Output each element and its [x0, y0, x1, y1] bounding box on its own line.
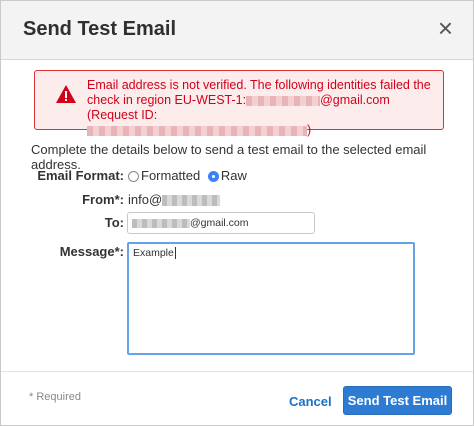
redacted-from-domain	[162, 195, 221, 207]
error-line-3: )	[87, 123, 437, 138]
message-value: Example	[133, 247, 174, 259]
redacted-to-user	[132, 218, 190, 228]
from-value: info@	[128, 192, 221, 207]
email-format-options: Formatted Raw	[128, 168, 247, 183]
from-prefix: info@	[128, 192, 163, 207]
format-formatted-label: Formatted	[141, 168, 201, 183]
dialog-title: Send Test Email	[23, 18, 177, 40]
to-input[interactable]: @gmail.com	[127, 212, 315, 234]
radio-raw[interactable]	[207, 171, 219, 182]
required-note: * Required	[29, 391, 81, 403]
cancel-button[interactable]: Cancel	[289, 394, 332, 409]
to-suffix: @gmail.com	[190, 217, 249, 229]
to-label: To:	[104, 215, 124, 230]
from-label: From*:	[82, 192, 124, 207]
footer-divider	[1, 371, 473, 372]
warning-triangle-icon	[56, 85, 76, 103]
redacted-request-id	[87, 125, 307, 136]
send-test-email-dialog: Send Test Email × Email address is not v…	[0, 0, 474, 426]
message-label: Message*:	[59, 244, 124, 259]
email-format-label: Email Format:	[37, 168, 124, 183]
error-message: Email address is not verified. The follo…	[87, 78, 437, 138]
redacted-email	[246, 95, 321, 106]
close-icon[interactable]: ×	[438, 15, 453, 41]
message-textarea[interactable]: Example	[127, 242, 415, 355]
dialog-header: Send Test Email ×	[1, 1, 473, 60]
error-line-2: check in region EU-WEST-1: @gmail.com (Re…	[87, 93, 437, 123]
send-test-email-button[interactable]: Send Test Email	[343, 386, 452, 415]
radio-formatted[interactable]	[128, 171, 139, 182]
error-line-2-prefix: check in region EU-WEST-1:	[87, 93, 247, 107]
error-line-3-suffix: )	[307, 123, 312, 137]
format-formatted-option[interactable]: Formatted	[128, 168, 200, 183]
format-raw-option[interactable]: Raw	[207, 168, 247, 183]
error-alert: Email address is not verified. The follo…	[34, 70, 444, 137]
error-line-1: Email address is not verified. The follo…	[87, 78, 431, 92]
text-cursor	[174, 247, 176, 259]
format-raw-label: Raw	[220, 168, 247, 183]
